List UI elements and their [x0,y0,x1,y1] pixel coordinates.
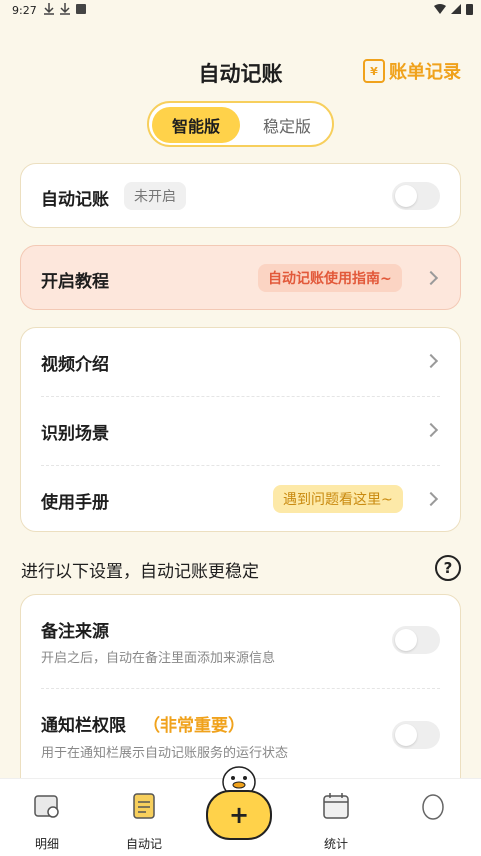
chevron-right-icon [423,353,439,369]
menu-item-label: 识别场景 [41,424,109,444]
tutorial-label: 开启教程 [41,272,109,292]
menu-item-manual[interactable]: 使用手册 遇到问题看这里~ [21,466,460,533]
nav-label: 统计 [323,837,348,851]
status-time: 9:27 [12,4,37,17]
guide-tag: 自动记账使用指南~ [258,264,402,292]
toggle-knob [395,629,417,651]
auto-bookkeeping-toggle[interactable] [392,182,440,210]
toggle-knob [395,185,417,207]
importance-label: （非常重要） [143,716,245,736]
bill-record-label: 账单记录 [389,62,461,83]
download-icon [44,3,54,15]
tab-stable-version[interactable]: 稳定版 [243,107,331,143]
app-notification-icon [76,4,86,14]
bill-record-button[interactable]: ¥ 账单记录 [363,58,461,84]
manual-tag: 遇到问题看这里~ [273,485,403,513]
battery-icon [466,4,473,15]
version-switch: 智能版 稳定版 [147,101,334,147]
auto-bookkeeping-label: 自动记账 [41,190,109,210]
nav-item-details[interactable]: 明细 [17,791,77,852]
setting-label: 通知栏权限 [41,716,126,736]
setting-label: 备注来源 [41,622,109,642]
nav-item-statistics[interactable]: 统计 [306,791,366,852]
menu-item-label: 视频介绍 [41,355,109,375]
chevron-right-icon [423,270,439,286]
setting-description: 用于在通知栏展示自动记账服务的运行状态 [41,746,289,761]
divider [41,688,440,689]
help-icon[interactable]: ? [435,555,461,581]
help-menu-card: 视频介绍 识别场景 使用手册 遇到问题看这里~ [20,327,461,532]
menu-item-scenes[interactable]: 识别场景 [21,397,460,464]
tab-smart-version[interactable]: 智能版 [152,107,240,143]
note-source-toggle[interactable] [392,626,440,654]
nav-label: 自动记 [125,837,162,851]
toggle-knob [395,724,417,746]
chevron-right-icon [423,491,439,507]
header: 自动记账 ¥ 账单记录 [0,52,481,92]
nav-item-profile[interactable] [403,791,463,835]
tutorial-card[interactable]: 开启教程 自动记账使用指南~ [20,245,461,310]
calendar-icon [323,793,349,819]
download-icon [60,3,70,15]
signal-icon [451,4,461,14]
settings-section-title: 进行以下设置，自动记账更稳定 [21,562,259,582]
status-badge: 未开启 [124,182,186,210]
status-notification-icons [44,3,86,15]
notification-permission-toggle[interactable] [392,721,440,749]
chevron-right-icon [423,422,439,438]
status-bar: 9:27 [0,0,481,22]
bill-icon: ¥ [363,59,385,83]
wifi-icon [434,4,446,14]
add-record-button[interactable]: + [206,790,272,840]
auto-note-icon [133,793,155,819]
setting-description: 开启之后，自动在备注里面添加来源信息 [41,651,276,666]
menu-item-video[interactable]: 视频介绍 [21,328,460,395]
status-system-icons [434,3,473,15]
menu-item-label: 使用手册 [41,493,109,513]
ledger-icon [34,795,59,818]
nav-item-auto[interactable]: 自动记 [114,791,174,852]
nav-label: 明细 [34,837,59,851]
egg-icon [422,794,444,820]
auto-bookkeeping-card: 自动记账 未开启 [20,163,461,228]
